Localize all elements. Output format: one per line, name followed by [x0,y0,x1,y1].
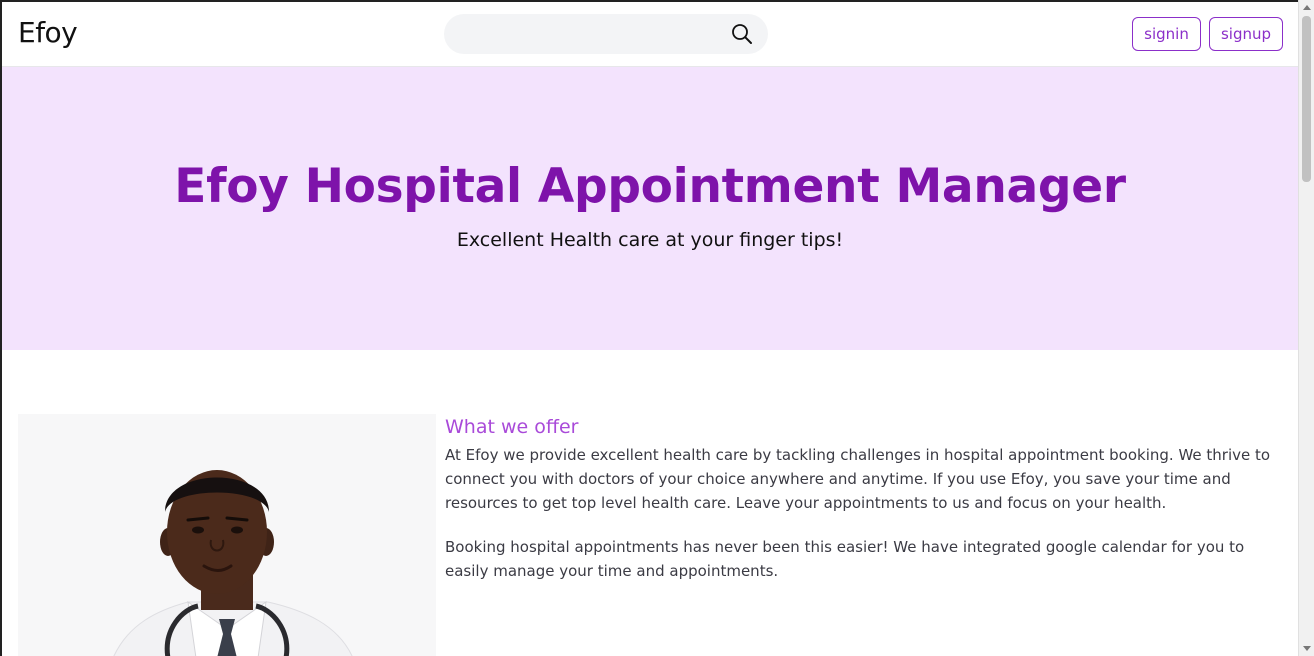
doctor-photo [18,414,436,656]
scroll-thumb[interactable] [1302,16,1311,182]
hero-banner: Efoy Hospital Appointment Manager Excell… [2,67,1298,350]
search-input[interactable] [444,14,714,54]
logo[interactable]: Efoy [18,16,78,49]
search-bar [444,14,768,54]
page: Efoy signin signup Efoy Hospital Appoint… [0,0,1298,656]
signin-button[interactable]: signin [1132,17,1201,51]
search-icon [732,24,752,44]
offer-paragraph: At Efoy we provide excellent health care… [445,446,1271,512]
hero-subtitle: Excellent Health care at your finger tip… [456,229,844,251]
hero-title: Efoy Hospital Appointment Manager [174,159,1126,214]
search-button[interactable] [730,22,754,46]
doctor-illustration [18,414,436,656]
offer-paragraph: Booking hospital appointments has never … [445,538,1245,580]
signup-button[interactable]: signup [1209,17,1283,51]
offer-title: What we offer [445,416,579,438]
scroll-down-arrow-icon[interactable] [1303,646,1311,651]
vertical-scrollbar[interactable] [1298,0,1314,656]
scroll-up-arrow-icon[interactable] [1303,5,1311,10]
navbar: Efoy signin signup [2,2,1298,67]
